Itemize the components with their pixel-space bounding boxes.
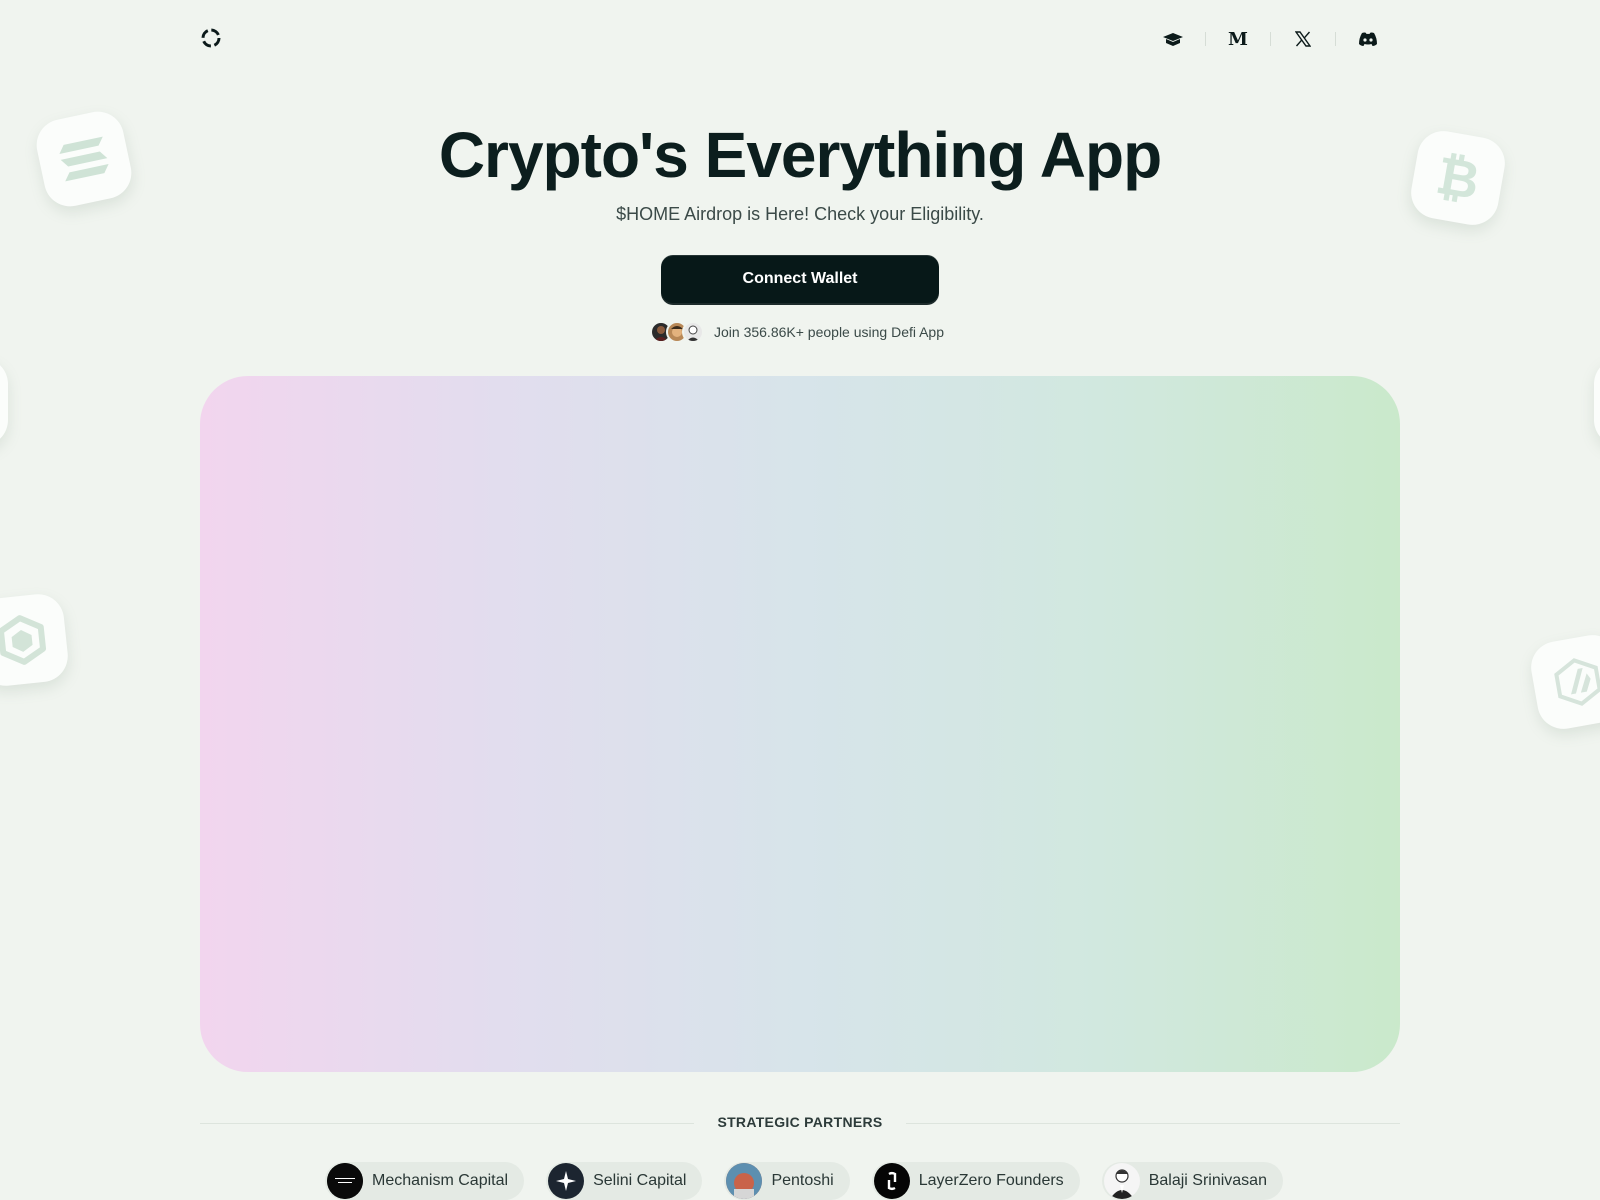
x-link[interactable] xyxy=(1281,24,1325,54)
partner-name: Selini Capital xyxy=(593,1172,687,1189)
partner-name: LayerZero Founders xyxy=(918,1172,1064,1189)
partner-name: Balaji Srinivasan xyxy=(1148,1172,1267,1189)
divider xyxy=(1270,32,1271,46)
mechanism-capital-logo xyxy=(327,1163,363,1199)
partner-name: Mechanism Capital xyxy=(372,1172,509,1189)
bnb-icon xyxy=(0,615,47,665)
user-avatars xyxy=(650,321,704,343)
x-icon xyxy=(1295,31,1311,47)
partners-list: Mechanism Capital Selini Capital Pentosh… xyxy=(325,1162,1283,1200)
partner-avatar xyxy=(726,1163,763,1199)
hero-subtitle: $HOME Airdrop is Here! Check your Eligib… xyxy=(616,204,984,224)
discord-link[interactable] xyxy=(1346,24,1390,54)
pentoshi-avatar xyxy=(726,1163,763,1199)
arbitrum-coin-tile xyxy=(1527,631,1600,733)
social-links: M xyxy=(1151,24,1390,54)
partner-chip-selini-capital[interactable]: Selini Capital xyxy=(546,1162,703,1200)
partners-heading: STRATEGIC PARTNERS xyxy=(717,1114,883,1130)
divider xyxy=(1205,32,1206,46)
docs-link[interactable] xyxy=(1151,24,1195,54)
partial-coin-tile xyxy=(0,358,8,446)
partial-coin-tile xyxy=(1594,358,1600,446)
balaji-avatar xyxy=(1109,1169,1134,1199)
medium-icon: M xyxy=(1228,28,1248,50)
social-proof: Join 356.86K+ people using Defi App xyxy=(650,320,944,344)
bnb-coin-tile xyxy=(0,591,71,689)
partner-chip-balaji-srinivasan[interactable]: Balaji Srinivasan xyxy=(1101,1162,1283,1200)
partner-chip-layerzero-founders[interactable]: LayerZero Founders xyxy=(871,1162,1080,1200)
partner-avatar xyxy=(1103,1163,1140,1199)
top-navigation: M xyxy=(200,24,1390,54)
docs-icon xyxy=(1163,33,1183,46)
connect-wallet-button[interactable]: Connect Wallet xyxy=(661,255,939,303)
partners-header: STRATEGIC PARTNERS xyxy=(200,1114,1400,1132)
divider xyxy=(906,1123,1400,1124)
discord-icon xyxy=(1359,32,1377,46)
partner-avatar xyxy=(873,1163,910,1199)
avatar xyxy=(682,321,704,343)
landing-page: ₿ M Crypto's Everything App $HOME Airdro… xyxy=(0,0,1600,1200)
social-proof-text: Join 356.86K+ people using Defi App xyxy=(714,324,945,340)
partner-name: Pentoshi xyxy=(771,1172,834,1189)
hero-title: Crypto's Everything App xyxy=(438,119,1162,191)
layerzero-logo xyxy=(887,1172,896,1190)
partner-chip-pentoshi[interactable]: Pentoshi xyxy=(724,1162,850,1200)
arbitrum-icon xyxy=(1554,658,1600,706)
partner-avatar xyxy=(548,1163,585,1199)
selini-capital-logo xyxy=(556,1171,577,1191)
divider xyxy=(1335,32,1336,46)
medium-link[interactable]: M xyxy=(1216,24,1260,54)
defi-app-logo[interactable] xyxy=(200,27,222,49)
hero-gradient-panel xyxy=(200,376,1400,1072)
partner-chip-mechanism-capital[interactable]: Mechanism Capital xyxy=(325,1162,525,1200)
partner-avatar xyxy=(327,1163,363,1199)
